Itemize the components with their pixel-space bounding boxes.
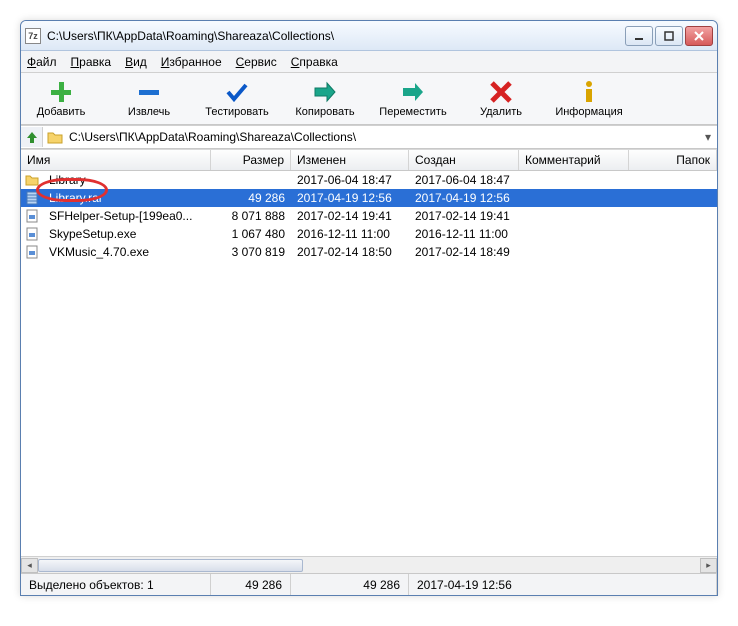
app-icon: 7z (25, 28, 41, 44)
file-name: VKMusic_4.70.exe (43, 245, 211, 259)
up-folder-button[interactable] (21, 127, 43, 147)
address-bar: C:\Users\ПК\AppData\Roaming\Shareaza\Col… (21, 125, 717, 149)
toolbar: Добавить Извлечь Тестировать Копировать … (21, 73, 717, 125)
toolbar-info[interactable]: Информация (557, 80, 621, 118)
file-name: Library.rar (43, 191, 211, 205)
window-buttons (625, 26, 713, 46)
window-title: C:\Users\ПК\AppData\Roaming\Shareaza\Col… (47, 29, 625, 43)
scroll-right-button[interactable]: ▸ (700, 558, 717, 573)
file-modified: 2017-04-19 12:56 (291, 191, 409, 205)
toolbar-copy[interactable]: Копировать (293, 80, 357, 118)
toolbar-test-label: Тестировать (205, 106, 269, 118)
menu-edit[interactable]: Правка (71, 55, 112, 69)
info-icon (577, 80, 601, 104)
file-created: 2016-12-11 11:00 (409, 227, 519, 241)
file-size: 49 286 (211, 191, 291, 205)
folder-icon (47, 130, 63, 144)
column-name[interactable]: Имя (21, 150, 211, 170)
status-bar: Выделено объектов: 1 49 286 49 286 2017-… (21, 573, 717, 595)
toolbar-add-label: Добавить (37, 106, 86, 118)
toolbar-extract[interactable]: Извлечь (117, 80, 181, 118)
file-name: Library (43, 173, 211, 187)
column-folders[interactable]: Папок (629, 150, 717, 170)
file-name: SkypeSetup.exe (43, 227, 211, 241)
menu-favorites[interactable]: Избранное (161, 55, 222, 69)
file-row[interactable]: SFHelper-Setup-[199ea0...8 071 8882017-0… (21, 207, 717, 225)
file-name: SFHelper-Setup-[199ea0... (43, 209, 211, 223)
column-size[interactable]: Размер (211, 150, 291, 170)
toolbar-move[interactable]: Переместить (381, 80, 445, 118)
column-comment[interactable]: Комментарий (519, 150, 629, 170)
file-modified: 2017-02-14 19:41 (291, 209, 409, 223)
horizontal-scrollbar[interactable]: ◂ ▸ (21, 556, 717, 573)
exe-icon (25, 227, 39, 241)
exe-icon (25, 209, 39, 223)
column-headers: Имя Размер Изменен Создан Комментарий Па… (21, 149, 717, 171)
column-modified[interactable]: Изменен (291, 150, 409, 170)
file-created: 2017-04-19 12:56 (409, 191, 519, 205)
toolbar-delete[interactable]: Удалить (469, 80, 533, 118)
up-arrow-icon (25, 130, 39, 144)
titlebar[interactable]: 7z C:\Users\ПК\AppData\Roaming\Shareaza\… (21, 21, 717, 51)
toolbar-info-label: Информация (555, 106, 622, 118)
file-created: 2017-06-04 18:47 (409, 173, 519, 187)
toolbar-test[interactable]: Тестировать (205, 80, 269, 118)
toolbar-delete-label: Удалить (480, 106, 522, 118)
file-created: 2017-02-14 18:49 (409, 245, 519, 259)
file-row[interactable]: Library.rar49 2862017-04-19 12:562017-04… (21, 189, 717, 207)
file-size: 8 071 888 (211, 209, 291, 223)
file-size: 1 067 480 (211, 227, 291, 241)
menu-help[interactable]: Справка (291, 55, 338, 69)
minus-icon (137, 80, 161, 104)
move-arrow-icon (401, 80, 425, 104)
toolbar-copy-label: Копировать (295, 106, 354, 118)
menu-file[interactable]: Файл (27, 55, 57, 69)
file-created: 2017-02-14 19:41 (409, 209, 519, 223)
address-path[interactable]: C:\Users\ПК\AppData\Roaming\Shareaza\Col… (67, 130, 699, 144)
rar-icon (25, 191, 39, 205)
file-modified: 2017-02-14 18:50 (291, 245, 409, 259)
file-modified: 2017-06-04 18:47 (291, 173, 409, 187)
file-modified: 2016-12-11 11:00 (291, 227, 409, 241)
folder-icon (25, 173, 39, 187)
toolbar-extract-label: Извлечь (128, 106, 170, 118)
status-date: 2017-04-19 12:56 (409, 574, 717, 595)
menu-view[interactable]: Вид (125, 55, 147, 69)
toolbar-move-label: Переместить (379, 106, 446, 118)
file-row[interactable]: SkypeSetup.exe1 067 4802016-12-11 11:002… (21, 225, 717, 243)
check-icon (225, 80, 249, 104)
address-dropdown-icon[interactable]: ▾ (699, 130, 717, 144)
delete-x-icon (489, 80, 513, 104)
status-selection: Выделено объектов: 1 (21, 574, 211, 595)
scroll-left-button[interactable]: ◂ (21, 558, 38, 573)
file-size: 3 070 819 (211, 245, 291, 259)
maximize-button[interactable] (655, 26, 683, 46)
column-created[interactable]: Создан (409, 150, 519, 170)
menubar: Файл Правка Вид Избранное Сервис Справка (21, 51, 717, 73)
file-row[interactable]: Library 2017-06-04 18:472017-06-04 18:47 (21, 171, 717, 189)
exe-icon (25, 245, 39, 259)
toolbar-add[interactable]: Добавить (29, 80, 93, 118)
status-size2: 49 286 (291, 574, 409, 595)
file-list[interactable]: Library2017-06-04 18:472017-06-04 18:47L… (21, 171, 717, 556)
plus-icon (49, 80, 73, 104)
status-size: 49 286 (211, 574, 291, 595)
scroll-track[interactable] (38, 558, 700, 573)
scroll-thumb[interactable] (38, 559, 303, 572)
main-window: 7z C:\Users\ПК\AppData\Roaming\Shareaza\… (20, 20, 718, 596)
close-button[interactable] (685, 26, 713, 46)
copy-arrow-icon (313, 80, 337, 104)
minimize-button[interactable] (625, 26, 653, 46)
menu-tools[interactable]: Сервис (236, 55, 277, 69)
file-row[interactable]: VKMusic_4.70.exe3 070 8192017-02-14 18:5… (21, 243, 717, 261)
